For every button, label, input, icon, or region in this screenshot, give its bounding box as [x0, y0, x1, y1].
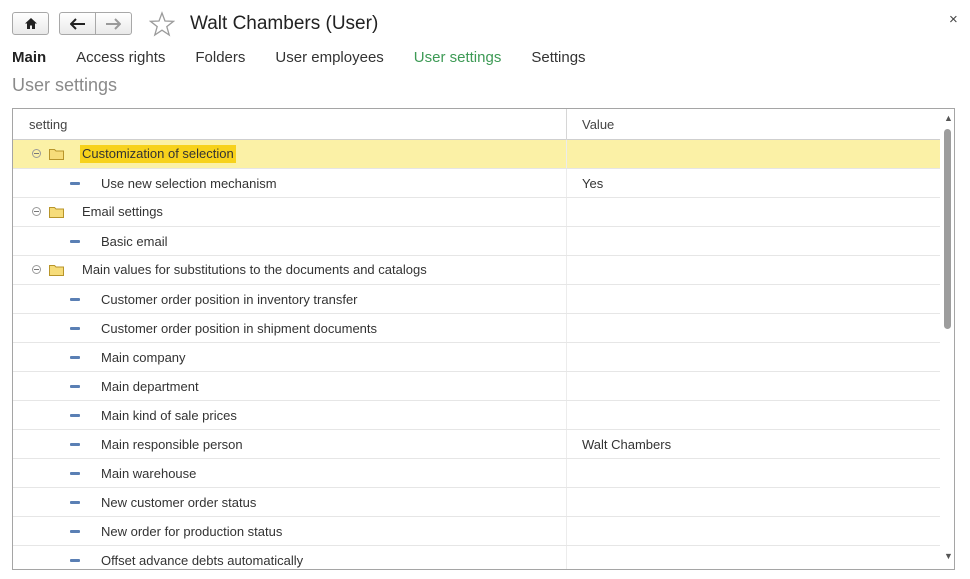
tab-bar: Main Access rights Folders User employee… — [12, 49, 616, 67]
setting-item-icon — [70, 298, 80, 301]
setting-item-icon — [70, 240, 80, 243]
folder-icon — [49, 265, 64, 276]
setting-item-icon — [70, 414, 80, 417]
tab-main[interactable]: Main — [12, 49, 46, 67]
navigation-group — [59, 12, 132, 35]
home-icon — [24, 18, 37, 29]
table-body: Customization of selection Use new select… — [13, 140, 940, 569]
table-row[interactable]: New order for production status — [13, 517, 940, 546]
table-row[interactable]: Use new selection mechanism Yes — [13, 169, 940, 198]
star-icon[interactable] — [149, 11, 175, 37]
setting-label: Customer order position in shipment docu… — [101, 321, 378, 336]
setting-label: Main company — [101, 350, 186, 365]
table-row[interactable]: Main warehouse — [13, 459, 940, 488]
setting-label: Main responsible person — [101, 437, 243, 452]
home-button[interactable] — [12, 12, 49, 35]
settings-table: setting Value Customization of selection… — [12, 108, 955, 570]
setting-label: Offset advance debts automatically — [101, 553, 304, 568]
group-row[interactable]: Main values for substitutions to the doc… — [13, 256, 940, 285]
tab-folders[interactable]: Folders — [195, 49, 245, 67]
setting-item-icon — [70, 559, 80, 562]
group-label: Customization of selection — [80, 145, 236, 163]
vertical-scrollbar[interactable]: ▲ ▼ — [941, 109, 954, 569]
arrow-right-icon — [106, 17, 122, 30]
top-bar: Walt Chambers (User) × — [0, 0, 970, 48]
group-label: Email settings — [82, 204, 163, 219]
setting-label: Use new selection mechanism — [101, 176, 277, 191]
scroll-down-icon[interactable]: ▼ — [944, 551, 953, 561]
back-button[interactable] — [60, 13, 95, 34]
setting-label: Main warehouse — [101, 466, 197, 481]
table-row[interactable]: New customer order status — [13, 488, 940, 517]
tab-user-settings[interactable]: User settings — [414, 49, 502, 67]
setting-item-icon — [70, 501, 80, 504]
table-row[interactable]: Customer order position in inventory tra… — [13, 285, 940, 314]
setting-item-icon — [70, 385, 80, 388]
setting-item-icon — [70, 356, 80, 359]
collapse-icon[interactable] — [32, 265, 41, 274]
close-icon[interactable]: × — [949, 11, 958, 28]
tab-settings[interactable]: Settings — [531, 49, 585, 67]
table-row[interactable]: Main department — [13, 372, 940, 401]
column-header-value[interactable]: Value — [582, 117, 614, 132]
collapse-icon[interactable] — [32, 149, 41, 158]
setting-item-icon — [70, 182, 80, 185]
scroll-thumb[interactable] — [944, 129, 951, 329]
table-row[interactable]: Main company — [13, 343, 940, 372]
setting-label: Main kind of sale prices — [101, 408, 237, 423]
folder-icon — [49, 207, 64, 218]
group-label: Main values for substitutions to the doc… — [82, 262, 427, 277]
folder-icon — [49, 149, 64, 160]
setting-item-icon — [70, 327, 80, 330]
setting-item-icon — [70, 530, 80, 533]
tab-access-rights[interactable]: Access rights — [76, 49, 165, 67]
arrow-left-icon — [69, 17, 85, 30]
setting-item-icon — [70, 472, 80, 475]
collapse-icon[interactable] — [32, 207, 41, 216]
setting-value[interactable]: Yes — [582, 176, 603, 191]
setting-label: Main department — [101, 379, 199, 394]
group-row[interactable]: Email settings — [13, 198, 940, 227]
setting-item-icon — [70, 443, 80, 446]
tab-user-employees[interactable]: User employees — [275, 49, 383, 67]
forward-button[interactable] — [96, 13, 131, 34]
table-header: setting Value — [13, 109, 940, 140]
setting-label: New order for production status — [101, 524, 283, 539]
group-row[interactable]: Customization of selection — [13, 140, 940, 169]
scroll-up-icon[interactable]: ▲ — [944, 113, 953, 123]
setting-label: New customer order status — [101, 495, 257, 510]
table-row[interactable]: Main responsible person Walt Chambers — [13, 430, 940, 459]
setting-label: Basic email — [101, 234, 168, 249]
column-header-setting[interactable]: setting — [29, 117, 67, 132]
setting-label: Customer order position in inventory tra… — [101, 292, 358, 307]
table-row[interactable]: Basic email — [13, 227, 940, 256]
table-row[interactable]: Offset advance debts automatically — [13, 546, 940, 569]
table-row[interactable]: Main kind of sale prices — [13, 401, 940, 430]
table-row[interactable]: Customer order position in shipment docu… — [13, 314, 940, 343]
page-title: User settings — [12, 75, 118, 95]
setting-value[interactable]: Walt Chambers — [582, 437, 671, 452]
window-title: Walt Chambers (User) — [190, 13, 379, 34]
